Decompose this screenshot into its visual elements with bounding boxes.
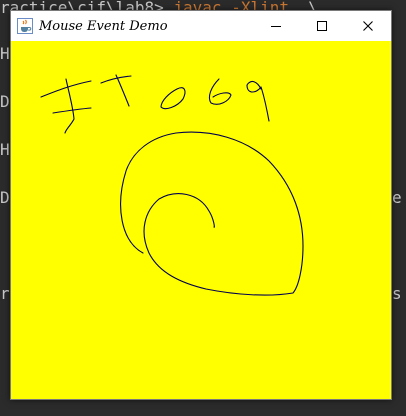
close-button[interactable]: [345, 11, 391, 41]
stroke-letter-9: [246, 80, 270, 122]
maximize-button[interactable]: [299, 11, 345, 41]
freehand-drawing: [40, 74, 304, 296]
maximize-icon: [317, 21, 327, 31]
minimize-button[interactable]: [253, 11, 299, 41]
terminal-line: r: [0, 284, 10, 303]
stroke-letter-6: [208, 78, 232, 105]
close-icon: [363, 21, 373, 31]
app-window: Mouse Event Demo: [10, 10, 392, 400]
terminal-line: H: [0, 140, 10, 159]
drawing-canvas[interactable]: [11, 41, 391, 399]
stroke-letter-i: [40, 80, 92, 98]
terminal-fragment: s: [392, 284, 402, 303]
title-bar[interactable]: Mouse Event Demo: [11, 11, 391, 41]
terminal-line: D: [0, 92, 10, 111]
minimize-icon: [271, 26, 281, 27]
stroke-letter-t: [100, 75, 132, 84]
stroke-letter-0: [160, 87, 186, 110]
stroke-spiral: [120, 131, 304, 296]
window-title: Mouse Event Demo: [39, 18, 168, 34]
terminal-fragment: e: [392, 188, 402, 207]
terminal-line: H: [0, 44, 10, 63]
java-cup-icon: [17, 18, 33, 34]
terminal-line: D: [0, 188, 10, 207]
stroke-letter-t: [115, 74, 130, 107]
